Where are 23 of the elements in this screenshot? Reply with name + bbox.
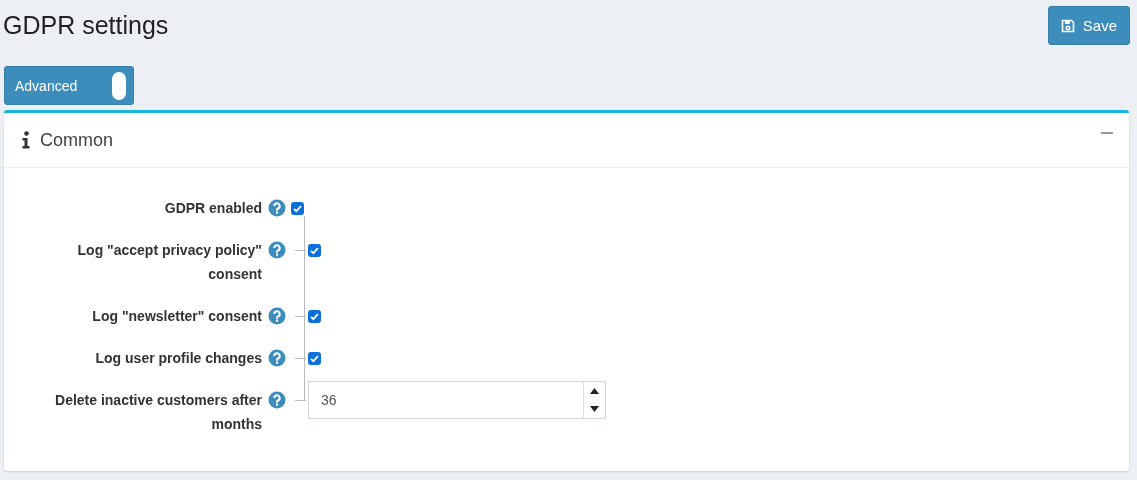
checkbox[interactable] <box>308 309 321 323</box>
help-icon[interactable] <box>268 241 286 259</box>
increment-icon[interactable] <box>590 388 599 394</box>
page-title: GDPR settings <box>3 10 169 41</box>
help-icon[interactable] <box>268 199 286 217</box>
setting-label: GDPR enabled <box>163 199 262 218</box>
number-field[interactable]: 36 <box>308 381 606 419</box>
save-button[interactable]: Save <box>1047 6 1130 45</box>
setting-label: Log user profile changes <box>94 349 262 368</box>
help-icon[interactable] <box>268 349 286 367</box>
setting-label: Delete inactive customers after months <box>54 391 262 434</box>
setting-label: Log "accept privacy policy" consent <box>76 241 262 284</box>
collapse-icon[interactable] <box>1101 129 1113 137</box>
decrement-icon[interactable] <box>590 406 599 412</box>
checkbox[interactable] <box>291 201 304 215</box>
info-icon <box>22 131 30 149</box>
help-icon[interactable] <box>268 391 286 409</box>
help-icon[interactable] <box>268 307 286 325</box>
panel-title: Common <box>40 129 114 151</box>
checkbox[interactable] <box>308 243 321 257</box>
setting-label: Log "newsletter" consent <box>91 307 262 326</box>
advanced-toggle[interactable]: Advanced <box>4 66 134 105</box>
checkbox[interactable] <box>308 351 321 365</box>
